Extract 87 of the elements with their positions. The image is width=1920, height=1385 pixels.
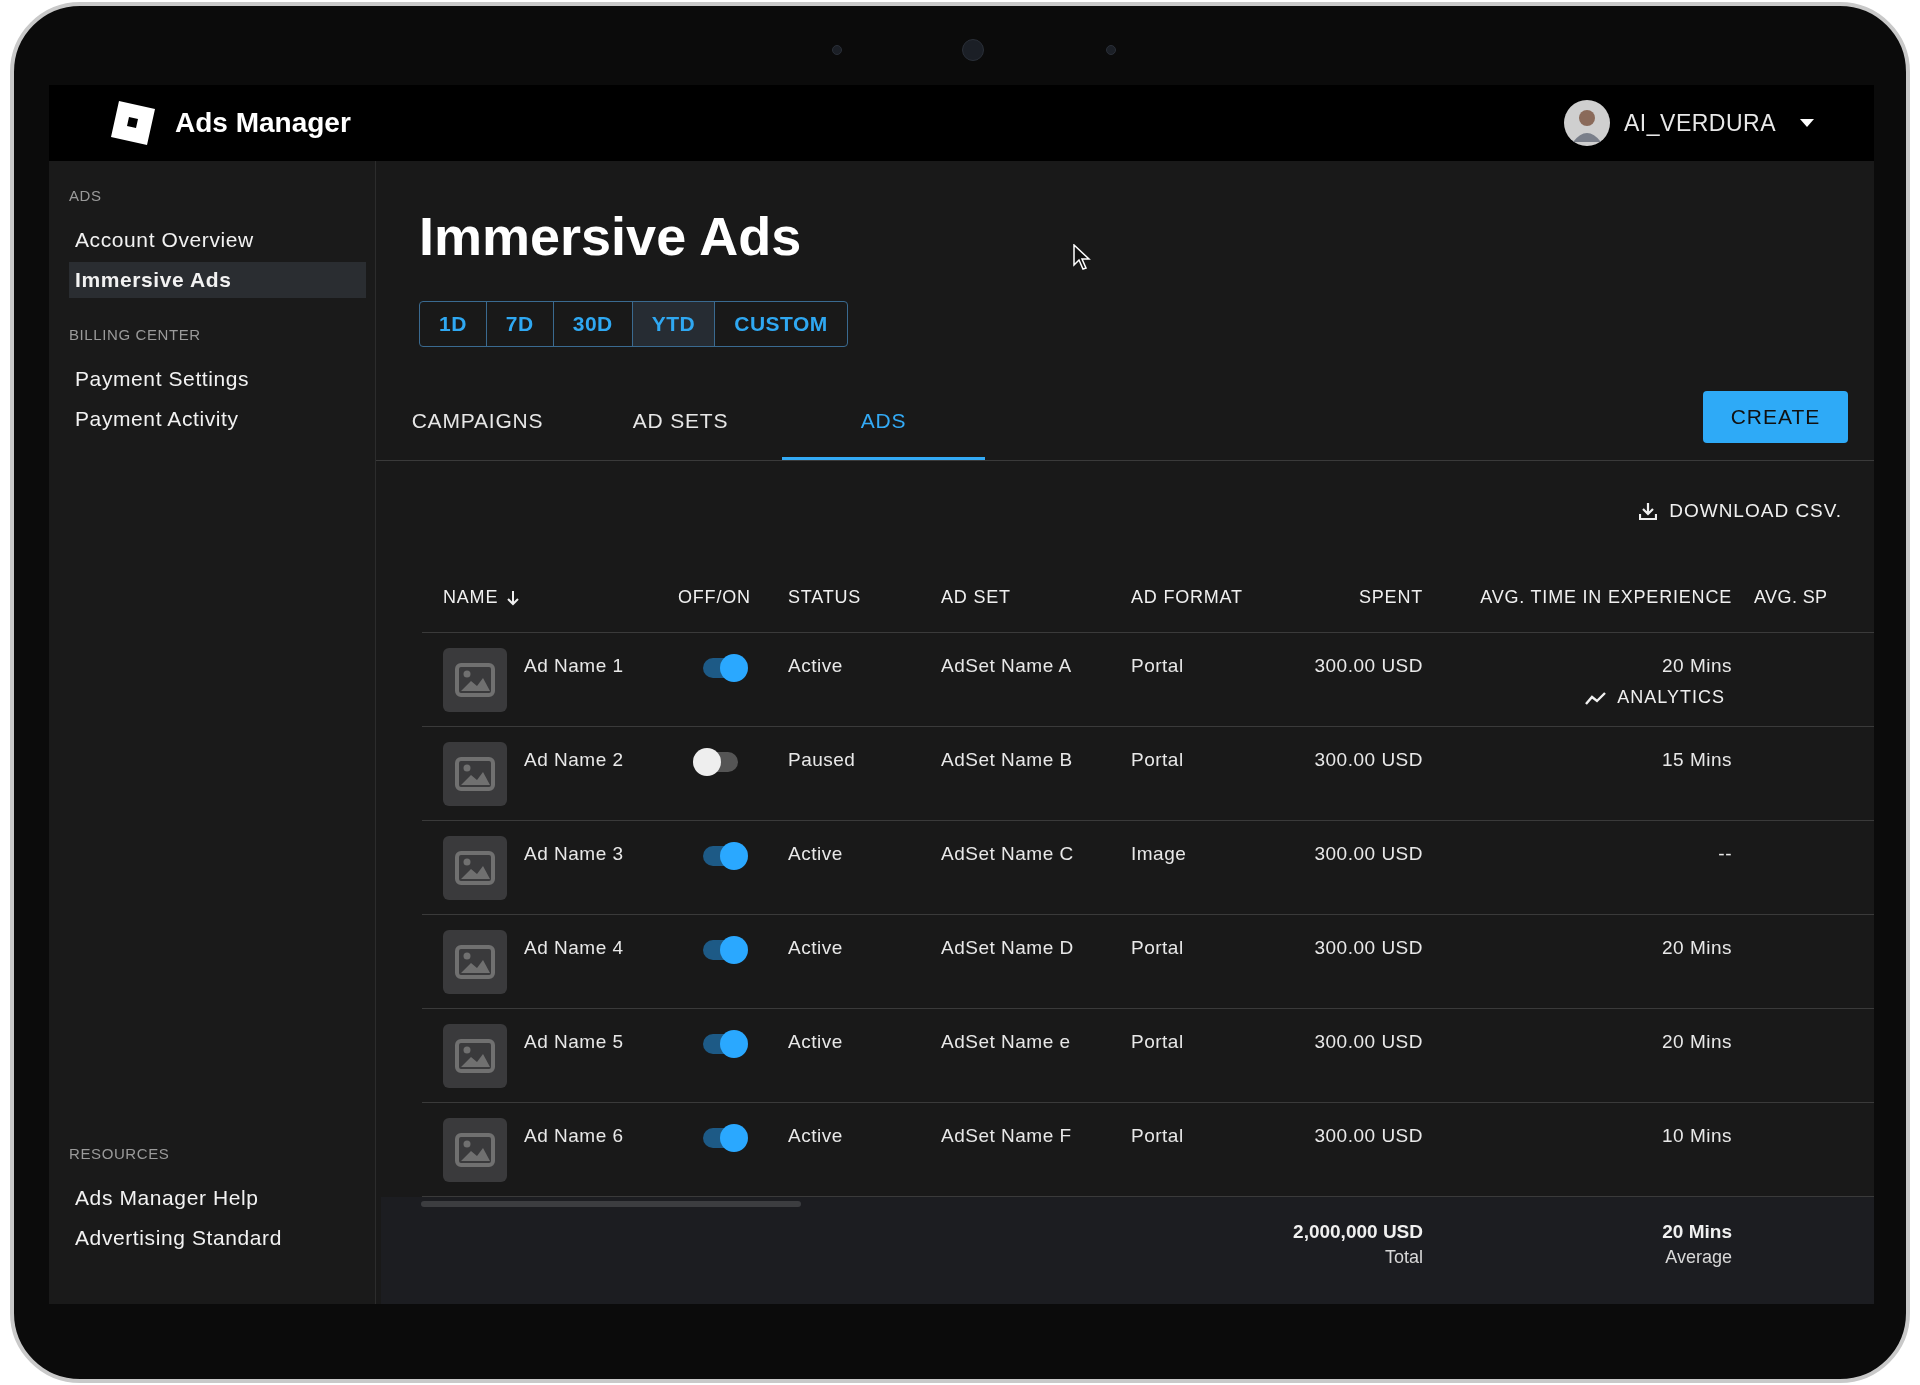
sidebar-item[interactable]: Payment Settings xyxy=(69,361,366,397)
range-button[interactable]: CUSTOM xyxy=(714,302,847,346)
range-button[interactable]: 1D xyxy=(420,302,486,346)
tab[interactable]: CAMPAIGNS xyxy=(376,392,579,460)
image-icon xyxy=(455,757,495,791)
section-heading: ADS xyxy=(69,187,103,204)
image-icon xyxy=(455,663,495,697)
column-header[interactable]: AD SET xyxy=(941,587,1131,608)
analytics-link[interactable]: ANALYTICS xyxy=(1585,687,1725,708)
spent-cell-text: 300.00 USD xyxy=(1313,937,1423,959)
spent-cell-text: 300.00 USD xyxy=(1313,1125,1423,1147)
status-cell-text: Active xyxy=(788,655,844,677)
time-cell: 20 Mins xyxy=(1661,937,1732,959)
status-cell-text: Active xyxy=(788,843,844,865)
ad-set-cell-text: AdSet Name B xyxy=(941,749,1074,771)
sidebar-item[interactable]: Advertising Standard xyxy=(69,1220,366,1256)
tab[interactable]: ADS xyxy=(782,392,985,460)
logo-icon xyxy=(109,99,157,147)
ad-name[interactable]: Ad Name 5 xyxy=(524,1031,624,1053)
ad-set-cell-text: AdSet Name C xyxy=(941,843,1075,865)
sidebar-item[interactable]: Account Overview xyxy=(69,222,366,258)
create-button[interactable]: CREATE xyxy=(1703,391,1848,443)
time-cell: -- xyxy=(1718,843,1732,865)
spent-cell-text: 300.00 USD xyxy=(1313,843,1423,865)
range-button[interactable]: 7D xyxy=(485,302,553,346)
cursor-icon xyxy=(1073,244,1091,270)
range-button[interactable]: YTD xyxy=(631,302,715,346)
time-cell: 15 Mins xyxy=(1661,749,1732,771)
format-cell-text: Portal xyxy=(1131,937,1185,959)
tab[interactable]: AD SETS xyxy=(579,392,782,460)
scrollbar[interactable] xyxy=(421,1201,801,1207)
format-cell-text: Portal xyxy=(1131,1125,1185,1147)
status-cell-text: Active xyxy=(788,937,844,959)
section-heading: BILLING CENTER xyxy=(69,326,202,343)
format-cell-text: Portal xyxy=(1131,655,1185,677)
spent-cell-text: 300.00 USD xyxy=(1313,749,1423,771)
sensor-icon xyxy=(832,45,842,55)
spent-cell-text: 300.00 USD xyxy=(1313,655,1423,677)
average-label: Average xyxy=(1665,1247,1732,1268)
sensor-icon xyxy=(1106,45,1116,55)
image-icon xyxy=(455,851,495,885)
format-cell-text: Portal xyxy=(1131,749,1185,771)
average-value: 20 Mins xyxy=(1662,1221,1732,1243)
column-header[interactable]: SPENT xyxy=(1281,587,1423,608)
camera-icon xyxy=(962,39,984,61)
image-icon xyxy=(455,1039,495,1073)
avatar-icon[interactable] xyxy=(1564,100,1610,146)
total-value: 2,000,000 USD xyxy=(1293,1221,1423,1243)
app-title: Ads Manager xyxy=(175,107,351,139)
ad-set-cell-text: AdSet Name F xyxy=(941,1125,1073,1147)
column-header[interactable]: OFF/ON xyxy=(678,587,788,608)
ad-set-cell-text: AdSet Name e xyxy=(941,1031,1072,1053)
status-cell-text: Active xyxy=(788,1125,844,1147)
ad-name[interactable]: Ad Name 4 xyxy=(524,937,624,959)
ad-name[interactable]: Ad Name 2 xyxy=(524,749,624,771)
time-cell: 20 Mins xyxy=(1661,1031,1732,1053)
download-link[interactable]: DOWNLOAD CSV. xyxy=(1639,497,1842,525)
status-cell-text: Active xyxy=(788,1031,844,1053)
image-icon xyxy=(455,1133,495,1167)
sidebar-item[interactable]: Payment Activity xyxy=(69,401,366,437)
spent-cell-text: 300.00 USD xyxy=(1313,1031,1423,1053)
format-cell-text: Portal xyxy=(1131,1031,1185,1053)
section-heading: RESOURCES xyxy=(69,1145,171,1162)
sidebar-item[interactable]: Ads Manager Help xyxy=(69,1180,366,1216)
ad-name[interactable]: Ad Name 6 xyxy=(524,1125,624,1147)
ad-name[interactable]: Ad Name 3 xyxy=(524,843,624,865)
caret-icon[interactable] xyxy=(1800,119,1814,127)
time-cell: 10 Mins xyxy=(1661,1125,1732,1147)
column-header[interactable]: NAME xyxy=(443,587,678,608)
download-icon xyxy=(1639,502,1658,520)
time-cell: 20 Mins xyxy=(1661,655,1732,677)
column-header[interactable]: AD FORMAT xyxy=(1131,587,1281,608)
column-header[interactable]: AVG. SP xyxy=(1732,587,1874,608)
status-cell-text: Paused xyxy=(788,749,857,771)
page-title: Immersive Ads xyxy=(419,205,802,267)
format-cell-text: Image xyxy=(1131,843,1188,865)
user-name[interactable]: AI_VERDURA xyxy=(1624,109,1776,137)
image-icon xyxy=(455,945,495,979)
trend-icon xyxy=(1585,690,1608,705)
column-header[interactable]: STATUS xyxy=(788,587,941,608)
sidebar-item[interactable]: Immersive Ads xyxy=(69,262,366,298)
ad-set-cell-text: AdSet Name D xyxy=(941,937,1075,959)
ad-set-cell-text: AdSet Name A xyxy=(941,655,1073,677)
column-header[interactable]: AVG. TIME IN EXPERIENCE xyxy=(1423,587,1732,608)
ad-name[interactable]: Ad Name 1 xyxy=(524,655,624,677)
range-button[interactable]: 30D xyxy=(552,302,632,346)
total-label: Total xyxy=(1384,1247,1423,1268)
